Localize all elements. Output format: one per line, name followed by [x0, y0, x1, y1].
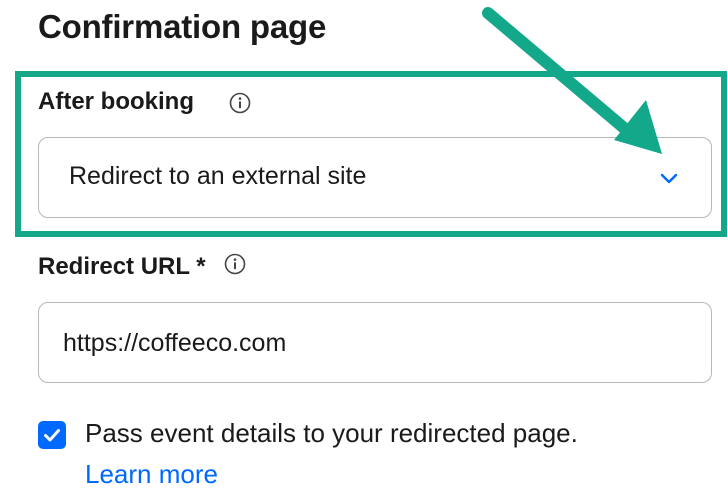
info-circle-icon[interactable] — [229, 92, 251, 114]
checkmark-icon — [44, 429, 60, 442]
after-booking-selected-value: Redirect to an external site — [69, 162, 367, 190]
redirect-url-label: Redirect URL * — [38, 253, 206, 280]
pass-event-details-checkbox[interactable] — [38, 421, 66, 449]
after-booking-label: After booking — [38, 88, 194, 115]
redirect-url-input[interactable] — [63, 323, 663, 363]
chevron-down-icon — [659, 168, 679, 188]
pass-event-details-label: Pass event details to your redirected pa… — [85, 418, 578, 448]
after-booking-select[interactable]: Redirect to an external site — [38, 137, 712, 218]
info-circle-icon[interactable] — [224, 253, 246, 275]
redirect-url-field[interactable] — [38, 302, 712, 383]
page-title: Confirmation page — [38, 8, 327, 45]
learn-more-link[interactable]: Learn more — [85, 459, 218, 490]
